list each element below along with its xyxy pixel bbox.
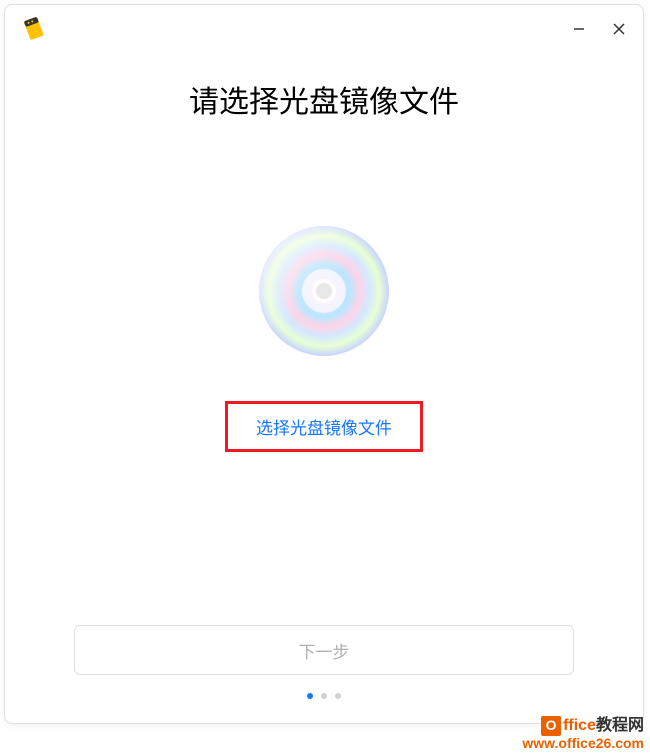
titlebar	[5, 5, 643, 53]
footer: 下一步	[5, 625, 643, 699]
watermark: O ffice教程网 www.office26.com	[522, 716, 644, 751]
step-indicator	[307, 693, 341, 699]
step-dot-3	[335, 693, 341, 699]
close-button[interactable]	[611, 21, 627, 37]
select-file-link[interactable]: 选择光盘镜像文件	[256, 419, 392, 438]
select-file-highlight: 选择光盘镜像文件	[225, 401, 423, 452]
watermark-title: O ffice教程网	[522, 716, 644, 736]
content-area: 选择光盘镜像文件	[5, 221, 643, 452]
next-button[interactable]: 下一步	[74, 625, 574, 675]
disc-icon	[254, 221, 394, 361]
app-window: 请选择光盘镜像文件	[4, 4, 644, 724]
window-controls	[571, 21, 627, 37]
watermark-logo-icon: O	[541, 716, 561, 736]
minimize-button[interactable]	[571, 21, 587, 37]
step-dot-1	[307, 693, 313, 699]
app-icon	[21, 15, 49, 43]
step-dot-2	[321, 693, 327, 699]
page-title: 请选择光盘镜像文件	[5, 77, 643, 121]
